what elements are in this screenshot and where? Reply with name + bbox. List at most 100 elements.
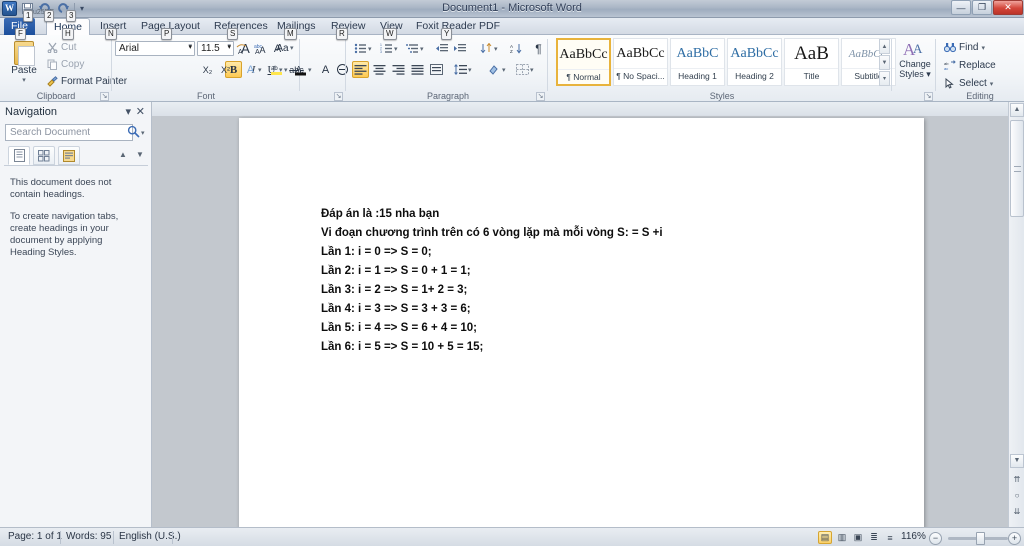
multilevel-list-button[interactable] [404,40,421,57]
scrollbar-thumb[interactable] [1010,120,1024,217]
sort-az-button[interactable]: A Z [508,40,525,57]
previous-page-button[interactable]: ⇈ [1011,474,1023,486]
borders-arrow[interactable]: ▾ [530,66,534,74]
clear-formatting-button[interactable]: abc A [251,40,268,57]
bullets-button[interactable] [352,40,369,57]
vertical-scrollbar[interactable]: ▲ ▼ ⇈ ○ ⇊ [1008,102,1024,527]
shading-arrow[interactable]: ▾ [502,66,506,74]
navigation-search-input[interactable]: Search Document [5,124,133,141]
style-no-spacing-label: ¶ No Spaci... [614,68,667,81]
nav-tab-pages[interactable] [33,146,55,165]
font-dialog-launcher[interactable]: ↘ [334,92,343,101]
justify-button[interactable] [409,61,426,78]
styles-dialog-launcher[interactable]: ↘ [924,92,933,101]
zoom-in-button[interactable]: + [1008,532,1021,545]
select-browse-object-button[interactable]: ○ [1011,490,1023,502]
view-web-layout[interactable]: ▣ [851,531,865,544]
numbering-arrow[interactable]: ▾ [394,45,398,53]
font-name-input[interactable]: Arial ▾ [115,41,195,56]
paste-button[interactable]: Paste ▾ [4,41,44,84]
bullets-arrow[interactable]: ▾ [368,45,372,53]
tab-foxit-reader-pdf[interactable]: Foxit Reader PDF [409,18,507,35]
style-heading-1[interactable]: AaBbC Heading 1 [670,38,725,86]
copy-button[interactable]: Copy [44,57,87,72]
text-effects-button[interactable]: A [242,61,259,78]
distributed-button[interactable] [428,61,445,78]
view-draft[interactable]: ≡ [883,531,897,544]
find-button[interactable]: Find ▾ [941,40,988,55]
navigation-search-dropdown[interactable]: ▾ [141,129,145,137]
phonetic-guide-button[interactable]: A [233,40,250,57]
nav-next-icon[interactable]: ▼ [136,150,144,159]
styles-scroll-down[interactable]: ▼ [879,55,890,70]
word-count[interactable]: Words: 95 [66,531,111,542]
align-left-button[interactable] [352,61,369,78]
horizontal-ruler[interactable] [152,102,1008,116]
borders-button[interactable] [514,61,531,78]
next-page-button[interactable]: ⇊ [1011,506,1023,518]
navigation-close-icon[interactable]: ✕ [136,105,145,118]
shading-text-button[interactable]: A [317,61,334,78]
show-formatting-marks-button[interactable]: ¶ [530,40,547,57]
sort-arrow[interactable]: ▾ [494,45,498,53]
svg-text:A: A [913,41,923,56]
styles-scroll-up[interactable]: ▲ [879,39,890,54]
customize-qat-icon[interactable]: ▾ [78,4,86,13]
view-outline[interactable]: ≣ [867,531,881,544]
search-icon[interactable] [127,125,140,138]
tab-review[interactable]: Review [324,18,372,35]
highlight-button[interactable]: ab [268,61,285,78]
select-button[interactable]: Select ▾ [941,76,996,91]
nav-prev-icon[interactable]: ▲ [119,150,127,159]
scroll-up-button[interactable]: ▲ [1010,103,1024,117]
style-no-spacing[interactable]: AaBbCc ¶ No Spaci... [613,38,668,86]
shading-button[interactable] [486,61,503,78]
nav-tab-results[interactable] [58,146,80,165]
change-styles-button[interactable]: A A Change Styles ▾ [895,39,935,79]
text-effects-arrow[interactable]: ▾ [258,66,262,74]
multilevel-arrow[interactable]: ▾ [420,45,424,53]
minimize-button[interactable]: — [951,0,971,15]
align-right-button[interactable] [390,61,407,78]
increase-indent-button[interactable] [452,40,469,57]
nav-tab-headings[interactable] [8,146,30,165]
align-center-button[interactable] [371,61,388,78]
numbering-button[interactable]: 1 2 3 [378,40,395,57]
sort-button[interactable] [478,40,495,57]
decrease-indent-button[interactable] [434,40,451,57]
superscript-button[interactable]: X² [217,61,234,78]
styles-more[interactable]: ▾ [879,71,890,86]
clipboard-dialog-launcher[interactable]: ↘ [100,92,109,101]
ribbon: Paste ▾ Cut Copy Format Painter Clipboar… [0,35,1024,102]
tab-references[interactable]: References [207,18,275,35]
font-color-button[interactable]: A [292,61,309,78]
line-spacing-arrow[interactable]: ▾ [468,66,472,74]
cut-button[interactable]: Cut [44,40,80,55]
page-indicator[interactable]: Page: 1 of 1 [8,531,62,542]
character-border-button[interactable]: A [269,40,286,57]
paste-dropdown-arrow[interactable]: ▾ [4,76,44,84]
style-normal[interactable]: AaBbCc ¶ Normal [556,38,611,86]
restore-button[interactable]: ❐ [972,0,992,15]
view-full-screen[interactable]: ▥ [835,531,849,544]
document-body[interactable]: Đáp án là :15 nha bạn Vi đoạn chương trì… [321,205,881,357]
style-heading-2[interactable]: AaBbCc Heading 2 [727,38,782,86]
zoom-slider-thumb[interactable] [976,532,985,545]
zoom-out-button[interactable]: − [929,532,942,545]
document-page[interactable]: Đáp án là :15 nha bạn Vi đoạn chương trì… [239,118,924,527]
find-arrow[interactable]: ▾ [981,44,985,52]
subscript-button[interactable]: X₂ [199,61,216,78]
zoom-level[interactable]: 116% [901,531,926,542]
font-color-arrow[interactable]: ▾ [308,66,312,74]
word-logo-icon[interactable]: W [2,1,17,16]
close-button[interactable]: ✕ [993,0,1023,15]
select-arrow[interactable]: ▾ [990,80,994,88]
scroll-down-button[interactable]: ▼ [1010,454,1024,468]
replace-button[interactable]: ab ac Replace [941,58,999,73]
line-spacing-button[interactable] [452,61,469,78]
style-title[interactable]: AaB Title [784,38,839,86]
paragraph-dialog-launcher[interactable]: ↘ [536,92,545,101]
view-print-layout[interactable]: ▤ [818,531,832,544]
navigation-options-icon[interactable]: ▾ [125,105,131,118]
font-name-arrow[interactable]: ▾ [188,42,192,50]
